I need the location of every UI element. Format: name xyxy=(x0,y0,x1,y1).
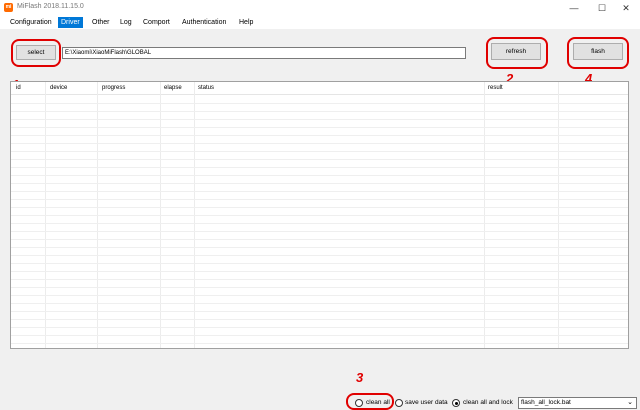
row-separator xyxy=(11,127,628,128)
row-separator xyxy=(11,143,628,144)
row-separator xyxy=(11,343,628,344)
clean-all-and-lock-label[interactable]: clean all and lock xyxy=(463,399,513,406)
row-separator xyxy=(11,103,628,104)
script-select[interactable]: flash_all_lock.bat ⌄ xyxy=(518,397,637,409)
row-separator xyxy=(11,231,628,232)
row-separator xyxy=(11,223,628,224)
annotation-number-3: 3 xyxy=(356,370,364,385)
column-header-progress: progress xyxy=(102,85,126,91)
row-separator xyxy=(11,287,628,288)
menu-help[interactable]: Help xyxy=(236,17,256,28)
row-separator xyxy=(11,183,628,184)
save-user-data-label[interactable]: save user data xyxy=(405,399,448,406)
menu-configuration[interactable]: Configuration xyxy=(7,17,55,28)
clean-all-and-lock-radio[interactable] xyxy=(452,399,460,407)
path-field[interactable]: E:\Xiaomi\XiaoMiFlash\GLOBAL xyxy=(62,47,466,59)
row-separator xyxy=(11,311,628,312)
row-separator xyxy=(11,327,628,328)
menu-driver[interactable]: Driver xyxy=(58,17,83,28)
row-separator xyxy=(11,239,628,240)
column-header-elapse: elapse xyxy=(164,85,182,91)
row-separator xyxy=(11,135,628,136)
chevron-down-icon: ⌄ xyxy=(627,399,633,406)
column-header-result: result xyxy=(488,85,503,91)
row-separator xyxy=(11,191,628,192)
title-bar: mi MiFlash 2018.11.15.0 — ☐ ✕ xyxy=(0,0,640,16)
highlight-refresh xyxy=(486,37,548,69)
device-table[interactable]: id device progress elapse status result xyxy=(10,81,629,349)
row-separator xyxy=(11,175,628,176)
row-separator xyxy=(11,303,628,304)
column-header-id: id xyxy=(16,85,21,91)
row-separator xyxy=(11,255,628,256)
row-separator xyxy=(11,215,628,216)
row-separator xyxy=(11,271,628,272)
highlight-select xyxy=(11,39,61,67)
window-title: MiFlash 2018.11.15.0 xyxy=(17,3,84,10)
menu-log[interactable]: Log xyxy=(117,17,135,28)
table-header: id device progress elapse status result xyxy=(11,82,628,95)
row-separator xyxy=(11,199,628,200)
minimize-button[interactable]: — xyxy=(560,0,588,16)
script-select-value: flash_all_lock.bat xyxy=(521,399,571,406)
row-separator xyxy=(11,295,628,296)
row-separator xyxy=(11,247,628,248)
row-separator xyxy=(11,263,628,264)
column-header-status: status xyxy=(198,85,215,91)
menu-comport[interactable]: Comport xyxy=(140,17,173,28)
close-button[interactable]: ✕ xyxy=(612,0,640,16)
column-header-device: device xyxy=(50,85,68,91)
menu-other[interactable]: Other xyxy=(89,17,113,28)
row-separator xyxy=(11,167,628,168)
row-separator xyxy=(11,119,628,120)
row-separator xyxy=(11,335,628,336)
row-separator xyxy=(11,319,628,320)
menu-authentication[interactable]: Authentication xyxy=(179,17,229,28)
row-separator xyxy=(11,207,628,208)
highlight-flash xyxy=(567,37,629,69)
row-separator xyxy=(11,159,628,160)
row-separator xyxy=(11,151,628,152)
mi-logo-icon: mi xyxy=(4,3,13,12)
clean-all-label[interactable]: clean all xyxy=(366,399,390,406)
menu-bar: Configuration Driver Other Log Comport A… xyxy=(0,16,640,29)
save-user-data-radio[interactable] xyxy=(395,399,403,407)
clean-all-radio[interactable] xyxy=(355,399,363,407)
row-separator xyxy=(11,279,628,280)
row-separator xyxy=(11,111,628,112)
